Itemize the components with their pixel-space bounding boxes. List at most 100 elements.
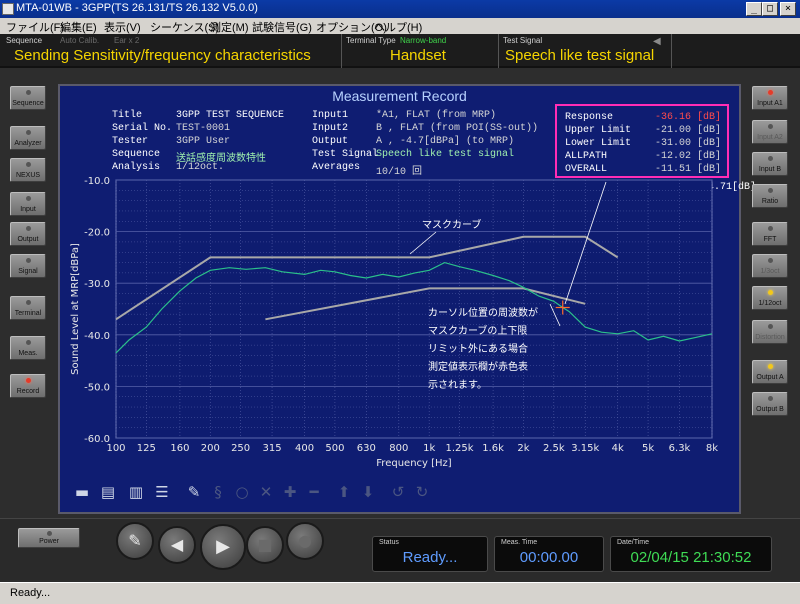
x-tick-label: 6.3k [669,443,691,454]
up-icon[interactable]: ⬆ [334,482,354,502]
right-button-9[interactable]: Output B [752,392,788,416]
x-tick-label: 2k [517,443,529,454]
curve-icon[interactable]: § [208,482,228,502]
left-button-7[interactable]: Meas. [10,336,46,360]
y-tick-label: -60.0 [84,434,110,445]
left-button-6[interactable]: Terminal [10,296,46,320]
status-led [26,90,31,95]
cross-icon[interactable]: ✕ [256,482,276,502]
y-tick-label: -50.0 [84,382,110,393]
stop-icon: ■ [257,535,273,554]
header-strip: Sequence Auto Calib. Ear x 2 Sending Sen… [0,34,800,68]
pen-button[interactable]: ✎ [116,522,154,560]
right-button-0[interactable]: Input A1 [752,86,788,110]
x-tick-label: 160 [170,443,189,454]
button-label: Output [17,236,39,243]
terminal-section[interactable]: Terminal Type Narrow-band Handset [342,34,498,68]
record-button[interactable]: ● [286,522,324,560]
right-button-2[interactable]: Input B [752,152,788,176]
left-button-8[interactable]: Record [10,374,46,398]
chart-icon[interactable]: ▥ [126,482,146,502]
y-tick-label: -30.0 [84,279,110,290]
annotation-note-line: リミット外にある場合 [428,342,528,355]
minus-icon[interactable]: ━ [304,482,324,502]
button-label: 1/12oct [758,300,782,307]
list-icon[interactable]: ☰ [152,482,172,502]
button-label: Sequence [12,100,44,107]
menu-measure[interactable]: 測定(M) [210,19,249,35]
status-led [768,156,773,161]
menu-sequence[interactable]: シーケンス(S) [150,19,219,35]
button-label: Distortion [755,334,785,341]
rotate-right-icon[interactable]: ↻ [412,482,432,502]
menu-file[interactable]: ファイル(F) [6,19,64,35]
status-bar-text: Ready... [10,587,51,599]
x-tick-label: 800 [389,443,408,454]
button-label: Output B [756,406,784,413]
pen-icon[interactable]: ✎ [184,482,204,502]
sequence-section[interactable]: Sequence Auto Calib. Ear x 2 Sending Sen… [0,34,340,68]
annotation-note-line: カーソル位置の周波数が [428,306,538,319]
left-button-4[interactable]: Output [10,222,46,246]
button-label: NEXUS [15,172,41,179]
maximize-button[interactable]: □ [762,2,778,16]
right-button-7[interactable]: Distortion [752,320,788,344]
print-icon[interactable]: ▤ [98,482,118,502]
button-label: Ratio [761,198,779,205]
test-signal-section[interactable]: Test Signal ◀ Speech like test signal [499,34,671,68]
datetime-value: 02/04/15 21:30:52 [630,549,752,566]
save-icon[interactable]: ▬ [72,482,92,502]
right-button-3[interactable]: Ratio [752,184,788,208]
left-button-3[interactable]: Input [10,192,46,216]
down-icon[interactable]: ⬇ [358,482,378,502]
status-led [768,90,773,95]
close-button[interactable]: × [780,2,796,16]
menu-view[interactable]: 表示(V) [104,19,141,35]
button-label: Record [16,388,40,395]
right-button-8[interactable]: Output A [752,360,788,384]
status-led [26,258,31,263]
button-label: Signal [18,268,38,275]
status-led [26,340,31,345]
speaker-button[interactable]: ◀ [158,526,196,564]
power-label: Power [39,538,59,545]
play-icon: ▶ [216,536,230,557]
button-label: Input [20,206,36,213]
x-tick-label: 630 [357,443,376,454]
play-button[interactable]: ▶ [200,524,246,570]
right-button-5[interactable]: 1/3oct [752,254,788,278]
frequency-response-chart[interactable]: 100 125 160 200 250 315 400 500 630 800 1k 1.25k 1.6… [60,86,743,516]
test-signal-value: Speech like test signal [505,47,655,64]
right-button-4[interactable]: FFT [752,222,788,246]
menu-test-signal[interactable]: 試験信号(G) [252,19,312,35]
stop-button[interactable]: ■ [246,526,284,564]
button-label: Analyzer [14,140,42,147]
x-tick-label: 8k [706,443,718,454]
power-button[interactable]: Power [18,528,80,548]
button-label: FFT [763,236,777,243]
button-label: 1/3oct [760,268,780,275]
x-tick-label: 3.15k [571,443,599,454]
right-button-6[interactable]: 1/12oct [752,286,788,310]
status-led [768,324,773,329]
status-led [26,162,31,167]
minimize-button[interactable]: _ [746,2,762,16]
x-tick-label: 5k [642,443,654,454]
status-bar: Ready... [0,582,800,604]
ear-label: Ear x 2 [114,36,140,45]
datetime-label: Date/Time [617,539,650,546]
menu-edit[interactable]: 編集(E) [60,19,97,35]
circle-icon[interactable]: ○ [232,482,252,502]
left-button-0[interactable]: Sequence [10,86,46,110]
rotate-left-icon[interactable]: ↺ [388,482,408,502]
left-button-2[interactable]: NEXUS [10,158,46,182]
right-button-1[interactable]: Input A2 [752,120,788,144]
menu-help[interactable]: ヘルプ(H) [374,19,422,35]
application-window: MTA-01WB - 3GPP(TS 26.131/TS 26.132 V5.0… [0,0,800,604]
sequence-label: Sequence [6,36,43,45]
meas-time-value: 00:00.00 [519,549,579,566]
left-button-5[interactable]: Signal [10,254,46,278]
plus-icon[interactable]: ✚ [280,482,300,502]
x-tick-label: 125 [137,443,156,454]
left-button-1[interactable]: Analyzer [10,126,46,150]
